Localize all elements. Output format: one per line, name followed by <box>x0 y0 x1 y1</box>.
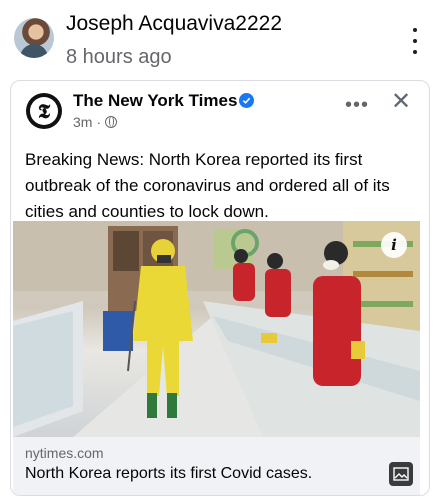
link-preview[interactable]: nytimes.com North Korea reports its firs… <box>13 437 420 495</box>
link-headline[interactable]: North Korea reports its first Covid case… <box>25 465 312 483</box>
avatar[interactable] <box>14 18 54 58</box>
image-icon[interactable] <box>389 462 413 486</box>
meta-separator: · <box>96 114 102 130</box>
post-header: Joseph Acquaviva2222 8 hours ago <box>0 0 433 80</box>
shared-timestamp[interactable]: 3m <box>73 114 92 130</box>
verified-badge-icon <box>239 93 254 108</box>
close-icon[interactable]: ✕ <box>391 87 411 116</box>
link-domain: nytimes.com <box>25 445 104 461</box>
post-text: Breaking News: North Korea reported its … <box>25 150 390 221</box>
post-photo[interactable] <box>13 221 420 437</box>
author-name[interactable]: Joseph Acquaviva2222 <box>66 12 282 36</box>
globe-icon <box>105 116 118 128</box>
nyt-logo[interactable]: 𝕿 <box>26 93 62 129</box>
horizontal-ellipsis-icon[interactable]: ••• <box>345 94 369 117</box>
vertical-ellipsis-icon[interactable] <box>408 28 422 54</box>
shared-post-card[interactable]: 𝕿 The New York Times 3m · ••• ✕ Breaking… <box>10 80 430 496</box>
page-name[interactable]: The New York Times <box>73 91 237 111</box>
shared-meta: 3m · <box>73 114 118 130</box>
info-icon[interactable]: i <box>381 232 407 258</box>
post-timestamp[interactable]: 8 hours ago <box>66 46 172 69</box>
